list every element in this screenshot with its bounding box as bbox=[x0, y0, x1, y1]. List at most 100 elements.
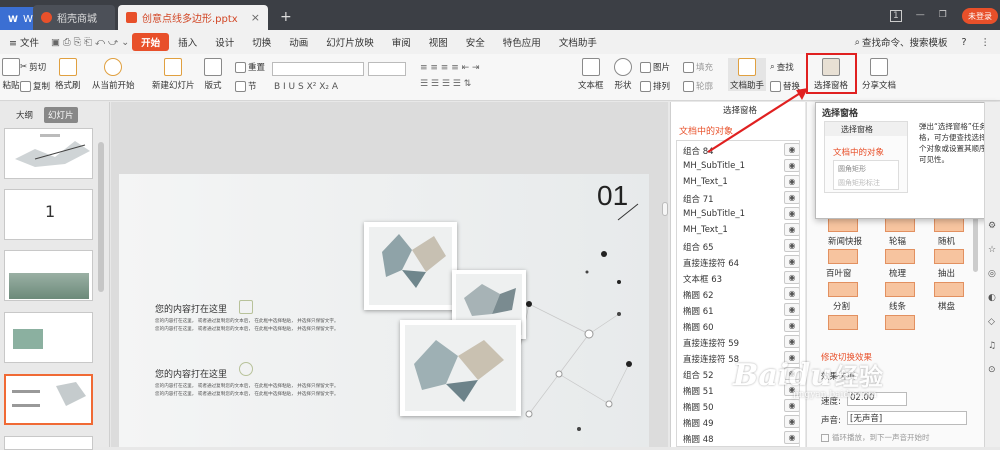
page-count-icon[interactable]: 1 bbox=[890, 10, 902, 22]
reset-button[interactable]: 重置 bbox=[235, 61, 265, 73]
slides-scrollbar[interactable] bbox=[98, 142, 104, 292]
shape-button[interactable]: 形状 bbox=[614, 58, 632, 91]
text-body-1b[interactable]: 您的内容打在这里， 或者通过复制您的文本后， 在此框中选择粘贴， 并选择只保留文… bbox=[155, 326, 339, 332]
anim-icon-1[interactable] bbox=[828, 217, 858, 232]
sidebar-icons[interactable]: ⚙ ☆ ◎ ◐ ◇ ♫ ⊙ bbox=[988, 214, 996, 382]
menu-view[interactable]: 视图 bbox=[420, 33, 457, 51]
text-heading-2[interactable]: 您的内容打在这里 bbox=[155, 367, 227, 380]
visibility-eye-icon[interactable]: ◉ bbox=[784, 335, 800, 348]
anim-pull[interactable]: 抽出 bbox=[938, 267, 955, 279]
sound-select[interactable]: [无声音] bbox=[847, 411, 967, 425]
find-button[interactable]: ⌕ 查找 bbox=[770, 61, 794, 73]
more-button[interactable]: ⋮ bbox=[981, 37, 991, 48]
visibility-eye-icon[interactable]: ◉ bbox=[784, 255, 800, 268]
anim-news-flash[interactable]: 新闻快报 bbox=[828, 235, 862, 247]
object-list-item[interactable]: 直接连接符 58 bbox=[683, 353, 739, 365]
slide-thumbnail-2[interactable]: 1 bbox=[4, 189, 93, 240]
tab-document[interactable]: 创意点线多边形.pptx × bbox=[118, 5, 268, 30]
share-doc-button[interactable]: 分享文档 bbox=[862, 58, 896, 91]
arrange-button[interactable]: 排列 bbox=[640, 80, 670, 92]
polygon-image-1[interactable] bbox=[364, 222, 457, 310]
tab-outline[interactable]: 大纲 bbox=[16, 109, 33, 121]
menu-home[interactable]: 开始 bbox=[132, 33, 170, 51]
anim-wheel[interactable]: 轮辐 bbox=[889, 235, 906, 247]
menu-insert[interactable]: 插入 bbox=[169, 33, 206, 51]
slide-editor[interactable]: 01 您的内容打在这里 您的内容打在这里， 或者通过复制您的文本后， 在此框中选… bbox=[119, 174, 649, 447]
visibility-eye-icon[interactable]: ◉ bbox=[784, 207, 800, 220]
slide-thumbnail-1[interactable] bbox=[4, 128, 93, 179]
picture-button[interactable]: 图片 bbox=[640, 61, 670, 73]
anim-comb[interactable]: 梳理 bbox=[889, 267, 906, 279]
cut-button[interactable]: ✂ 剪切 bbox=[20, 61, 46, 73]
layout-button[interactable]: 版式 bbox=[204, 58, 222, 91]
file-menu[interactable]: ≡ 文件 bbox=[0, 33, 48, 51]
maximize-button[interactable]: ❐ bbox=[939, 10, 947, 22]
anim-lines[interactable]: 线条 bbox=[889, 300, 906, 312]
slide-thumbnail-4[interactable] bbox=[4, 312, 93, 363]
visibility-eye-icon[interactable]: ◉ bbox=[784, 223, 800, 236]
slide-thumbnail-5-selected[interactable] bbox=[4, 374, 93, 425]
polygon-image-3[interactable] bbox=[400, 320, 521, 416]
anim-icon-5[interactable] bbox=[885, 249, 915, 264]
minimize-button[interactable]: — bbox=[916, 10, 925, 22]
object-list-item[interactable]: MH_Text_1 bbox=[683, 177, 728, 187]
loop-checkbox-row[interactable]: 循环播放，到下一声音开始时 bbox=[821, 432, 930, 443]
object-list-item[interactable]: MH_Text_1 bbox=[683, 225, 728, 235]
copy-button[interactable]: 复制 bbox=[20, 80, 50, 92]
visibility-eye-icon[interactable]: ◉ bbox=[784, 399, 800, 412]
fill-button[interactable]: 填充 bbox=[683, 61, 713, 73]
font-size-select[interactable] bbox=[368, 62, 406, 76]
visibility-eye-icon[interactable]: ◉ bbox=[784, 287, 800, 300]
object-list-item[interactable]: 文本框 63 bbox=[683, 273, 722, 285]
text-body-2b[interactable]: 您的内容打在这里， 或者通过复制您的文本后， 在此框中选择粘贴， 并选择只保留文… bbox=[155, 391, 339, 397]
help-button[interactable]: ? bbox=[961, 37, 966, 48]
object-list-item[interactable]: 直接连接符 64 bbox=[683, 257, 739, 269]
anim-icon-10[interactable] bbox=[828, 315, 858, 330]
new-slide-button[interactable]: 新建幻灯片 bbox=[152, 58, 195, 91]
slide-thumbnail-3[interactable] bbox=[4, 250, 93, 301]
object-list-item[interactable]: 椭圆 61 bbox=[683, 305, 714, 317]
object-list-item[interactable]: 椭圆 50 bbox=[683, 401, 714, 413]
visibility-eye-icon[interactable]: ◉ bbox=[784, 191, 800, 204]
canvas-scrollbar[interactable] bbox=[662, 202, 668, 216]
menu-review[interactable]: 审阅 bbox=[383, 33, 420, 51]
object-list-item[interactable]: MH_SubTitle_1 bbox=[683, 161, 745, 171]
visibility-eye-icon[interactable]: ◉ bbox=[784, 319, 800, 332]
close-tab-icon[interactable]: × bbox=[251, 11, 260, 24]
anim-split[interactable]: 分割 bbox=[833, 300, 850, 312]
visibility-eye-icon[interactable]: ◉ bbox=[784, 271, 800, 284]
tab-slides[interactable]: 幻灯片 bbox=[44, 107, 78, 123]
object-list-item[interactable]: 直接连接符 59 bbox=[683, 337, 739, 349]
anim-blinds[interactable]: 百叶窗 bbox=[826, 267, 852, 279]
menu-security[interactable]: 安全 bbox=[457, 33, 494, 51]
menu-doc-assistant[interactable]: 文档助手 bbox=[550, 33, 606, 51]
transition-scrollbar[interactable] bbox=[973, 212, 978, 272]
anim-icon-2[interactable] bbox=[885, 217, 915, 232]
menu-transition[interactable]: 切换 bbox=[243, 33, 280, 51]
visibility-eye-icon[interactable]: ◉ bbox=[784, 159, 800, 172]
object-list-item[interactable]: 椭圆 51 bbox=[683, 385, 714, 397]
tab-docer-store[interactable]: 稻壳商城 bbox=[33, 5, 115, 30]
anim-icon-9[interactable] bbox=[934, 282, 964, 297]
visibility-eye-icon[interactable]: ◉ bbox=[784, 175, 800, 188]
anim-icon-6[interactable] bbox=[934, 249, 964, 264]
visibility-eye-icon[interactable]: ◉ bbox=[784, 415, 800, 428]
visibility-eye-icon[interactable]: ◉ bbox=[784, 303, 800, 316]
object-list-item[interactable]: 椭圆 60 bbox=[683, 321, 714, 333]
anim-icon-8[interactable] bbox=[885, 282, 915, 297]
object-list-item[interactable]: 椭圆 48 bbox=[683, 433, 714, 445]
text-body-1a[interactable]: 您的内容打在这里， 或者通过复制您的文本后， 在此框中选择粘贴， 并选择只保留文… bbox=[155, 318, 339, 324]
object-list-item[interactable]: 组合 65 bbox=[683, 241, 714, 253]
paragraph-format-icons[interactable]: ≡ ≡ ≡ ≡ ⇤ ⇥ ☰ ☰ ☰ ☰ ⇅ bbox=[420, 60, 560, 92]
object-list-item[interactable]: 组合 71 bbox=[683, 193, 714, 205]
object-list-item[interactable]: 组合 52 bbox=[683, 369, 714, 381]
text-heading-1[interactable]: 您的内容打在这里 bbox=[155, 302, 227, 315]
object-list-item[interactable]: 椭圆 62 bbox=[683, 289, 714, 301]
font-format-icons[interactable]: B I U S X² X₂ A bbox=[274, 82, 338, 92]
section-button[interactable]: 节 bbox=[235, 80, 257, 92]
menu-animation[interactable]: 动画 bbox=[280, 33, 317, 51]
anim-icon-7[interactable] bbox=[828, 282, 858, 297]
menu-slideshow[interactable]: 幻灯片放映 bbox=[317, 33, 383, 51]
menu-design[interactable]: 设计 bbox=[206, 33, 243, 51]
visibility-eye-icon[interactable]: ◉ bbox=[784, 431, 800, 444]
